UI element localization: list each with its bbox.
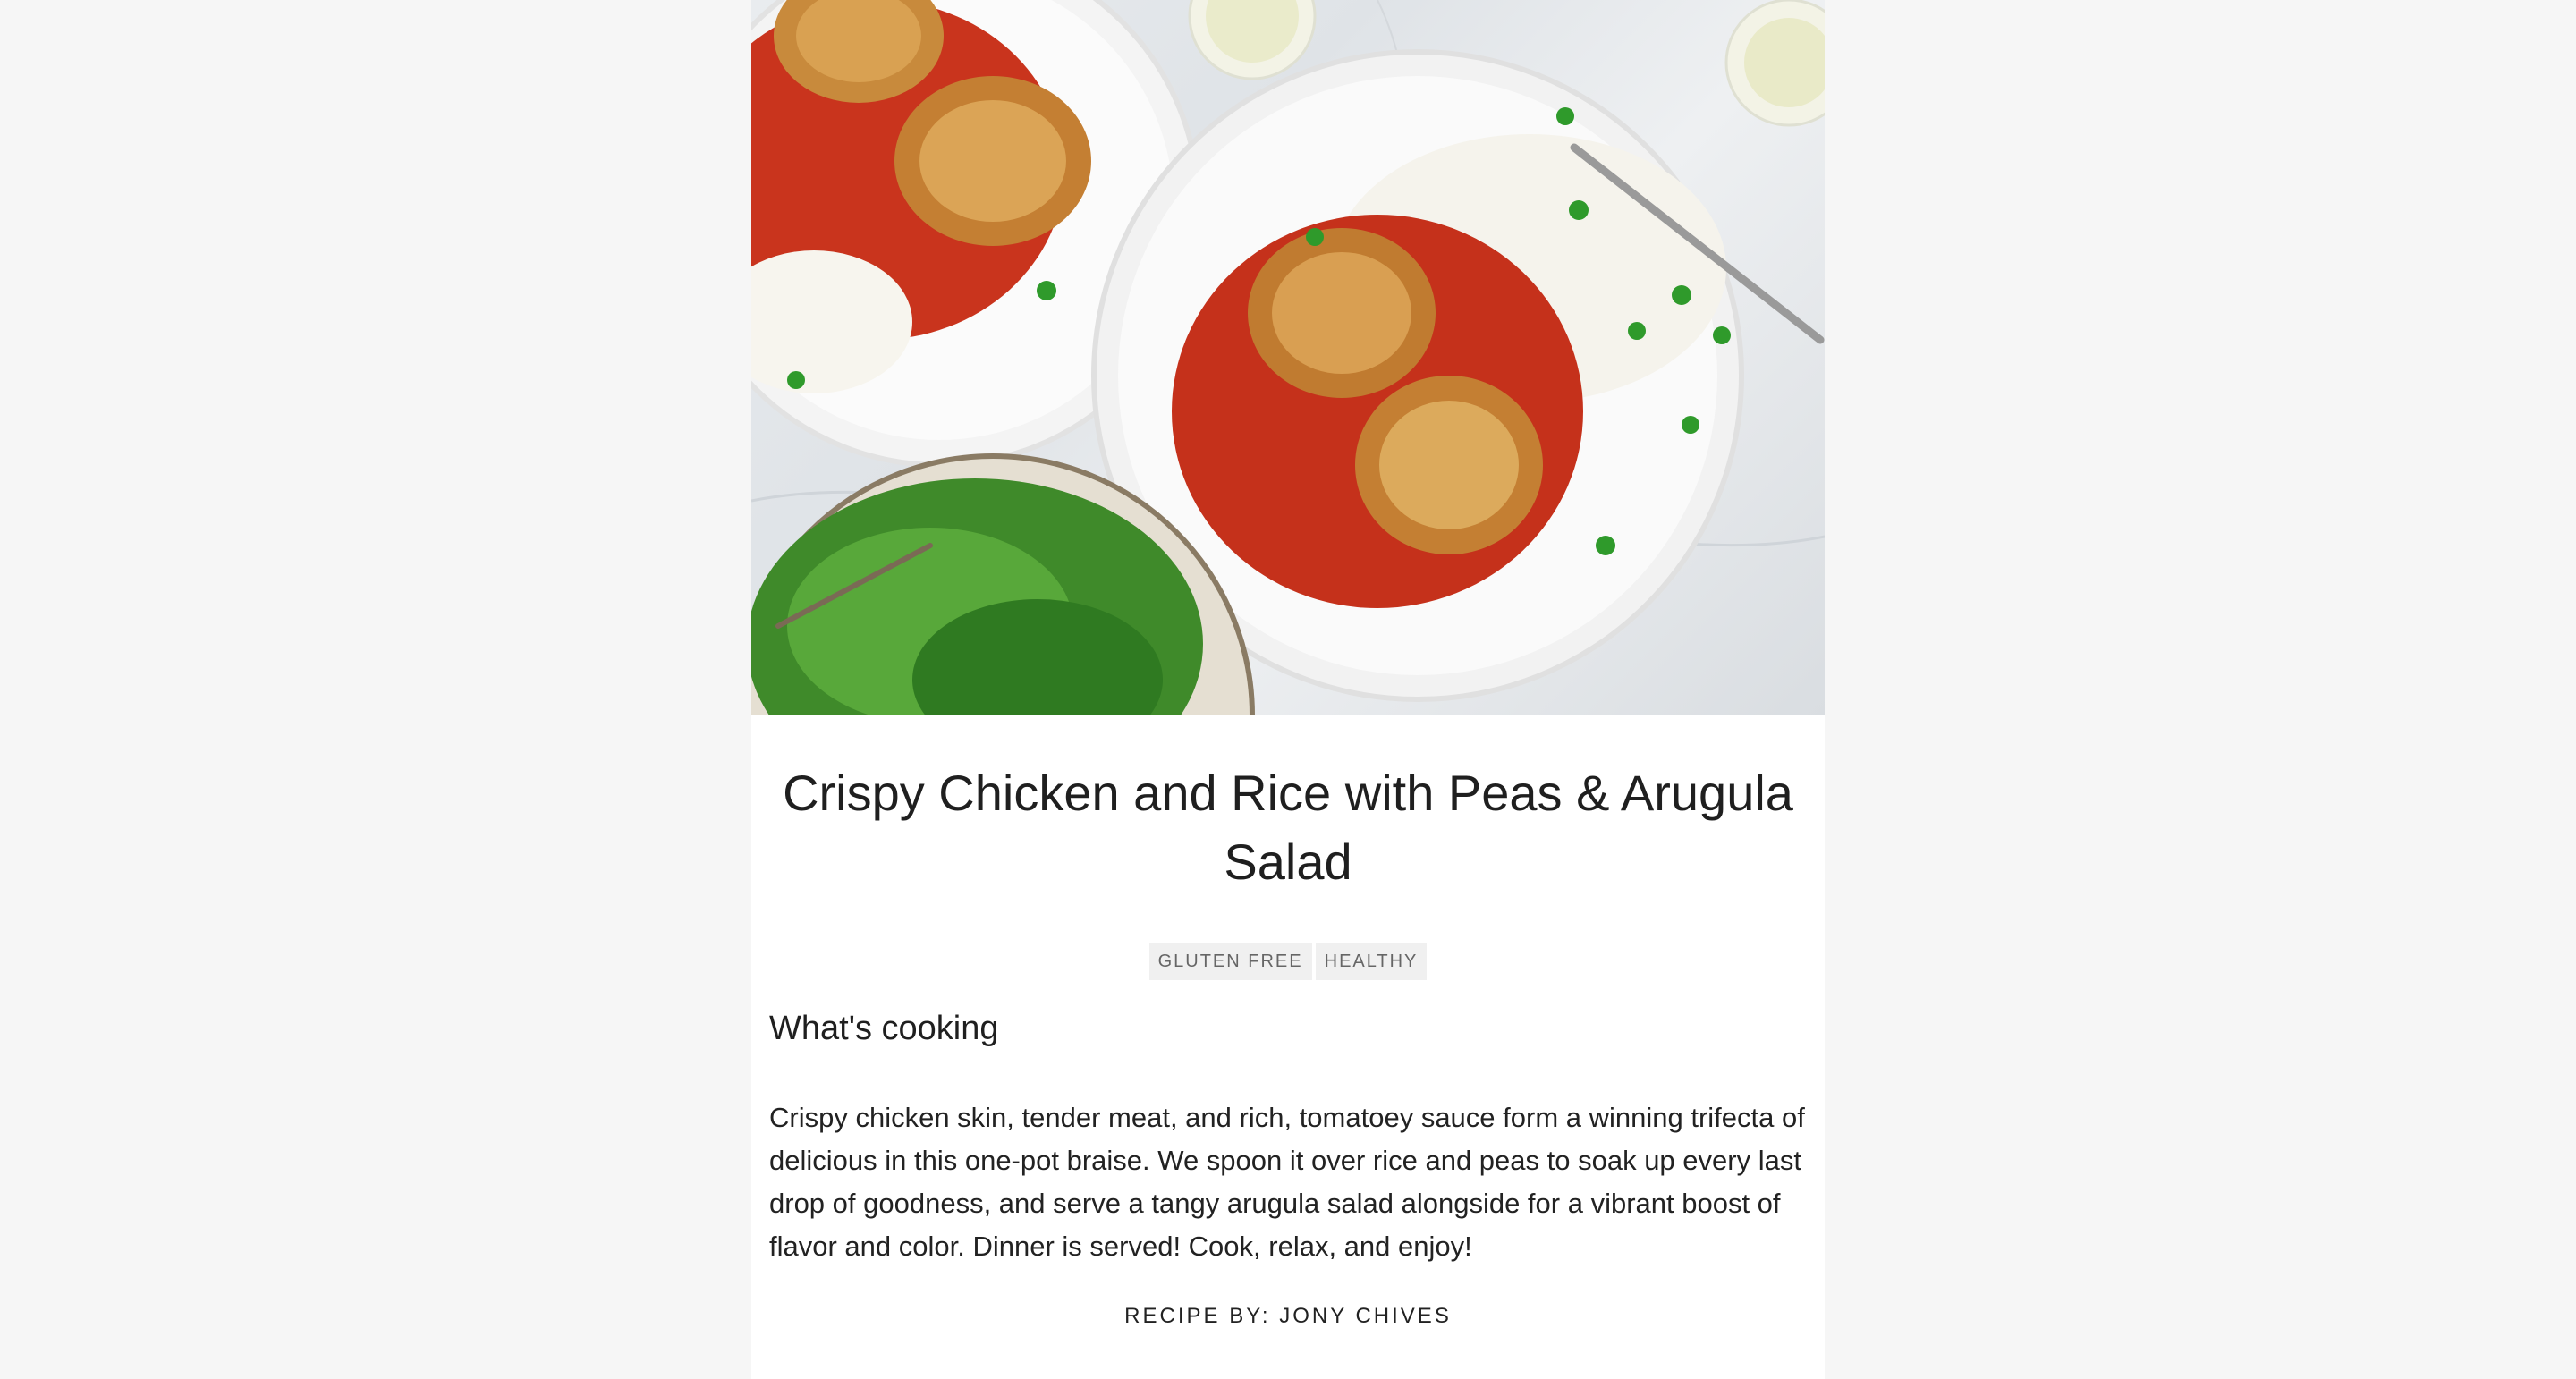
- recipe-title: Crispy Chicken and Rice with Peas & Arug…: [783, 765, 1793, 890]
- recipe-description: Crispy chicken skin, tender meat, and ri…: [769, 1102, 1805, 1262]
- section-heading: What's cooking: [769, 1010, 999, 1047]
- tag-healthy[interactable]: HEALTHY: [1315, 943, 1428, 980]
- hero-image: [751, 0, 1825, 715]
- tag-list: GLUTEN FREE HEALTHY: [751, 943, 1825, 980]
- tag-gluten-free[interactable]: GLUTEN FREE: [1148, 943, 1312, 980]
- hero-photo: [751, 0, 1825, 715]
- recipe-card: Crispy Chicken and Rice with Peas & Arug…: [751, 0, 1825, 1379]
- recipe-byline: RECIPE BY: JONY CHIVES: [1124, 1304, 1452, 1328]
